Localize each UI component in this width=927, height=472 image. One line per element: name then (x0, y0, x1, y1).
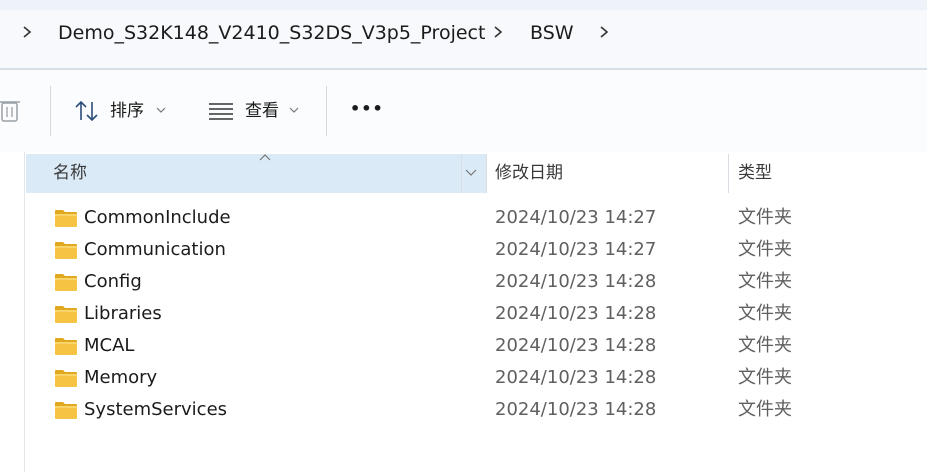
column-separator[interactable] (728, 154, 729, 193)
sort-ascending-icon (259, 154, 271, 161)
file-date-modified: 2024/10/23 14:28 (495, 399, 657, 420)
column-header-type[interactable]: 类型 (738, 162, 772, 184)
command-bar: 排序 查看 ••• (0, 70, 927, 152)
sort-button[interactable]: 排序 (110, 99, 144, 123)
folder-icon (55, 306, 77, 323)
breadcrumb-item-bsw[interactable]: BSW (530, 20, 574, 46)
column-header-date-modified[interactable]: 修改日期 (495, 162, 563, 184)
delete-icon[interactable] (0, 96, 22, 124)
file-date-modified: 2024/10/23 14:28 (495, 367, 657, 388)
file-date-modified: 2024/10/23 14:28 (495, 303, 657, 324)
file-type: 文件夹 (738, 303, 792, 324)
folder-icon (55, 370, 77, 387)
file-name[interactable]: Memory (84, 366, 157, 390)
window-top-strip (0, 0, 927, 10)
file-date-modified: 2024/10/23 14:27 (495, 239, 657, 260)
file-date-modified: 2024/10/23 14:27 (495, 207, 657, 228)
chevron-down-icon[interactable] (156, 106, 166, 114)
file-type: 文件夹 (738, 367, 792, 388)
view-button[interactable]: 查看 (245, 99, 279, 123)
column-separator[interactable] (461, 154, 462, 193)
folder-icon (55, 338, 77, 355)
breadcrumb: Demo_S32K148_V2410_S32DS_V3p5_Project BS… (0, 10, 927, 68)
breadcrumb-item-project[interactable]: Demo_S32K148_V2410_S32DS_V3p5_Project (58, 20, 485, 46)
folder-icon (55, 402, 77, 419)
file-type: 文件夹 (738, 335, 792, 356)
column-separator[interactable] (486, 154, 487, 193)
file-name[interactable]: Communication (84, 238, 226, 262)
file-name[interactable]: Config (84, 270, 142, 294)
file-date-modified: 2024/10/23 14:28 (495, 271, 657, 292)
chevron-right-icon[interactable] (490, 22, 506, 42)
chevron-down-icon[interactable] (289, 106, 299, 114)
column-header-name[interactable] (26, 154, 486, 193)
toolbar-separator (326, 86, 327, 136)
file-date-modified: 2024/10/23 14:28 (495, 335, 657, 356)
chevron-down-icon[interactable] (465, 168, 477, 177)
file-name[interactable]: CommonInclude (84, 206, 231, 230)
folder-icon (55, 242, 77, 259)
view-icon[interactable] (208, 102, 234, 120)
navigation-pane-edge (0, 152, 25, 472)
more-options-button[interactable]: ••• (350, 97, 384, 121)
column-header-name-label: 名称 (53, 163, 87, 183)
chevron-right-icon[interactable] (596, 22, 612, 42)
file-name[interactable]: MCAL (84, 334, 134, 358)
file-type: 文件夹 (738, 207, 792, 228)
file-type: 文件夹 (738, 399, 792, 420)
folder-icon (55, 210, 77, 227)
toolbar-separator (50, 86, 51, 136)
file-type: 文件夹 (738, 239, 792, 260)
file-name[interactable]: SystemServices (84, 398, 227, 422)
folder-icon (55, 274, 77, 291)
file-type: 文件夹 (738, 271, 792, 292)
file-name[interactable]: Libraries (84, 302, 162, 326)
chevron-right-icon[interactable] (19, 22, 35, 42)
sort-icon[interactable] (74, 100, 100, 122)
